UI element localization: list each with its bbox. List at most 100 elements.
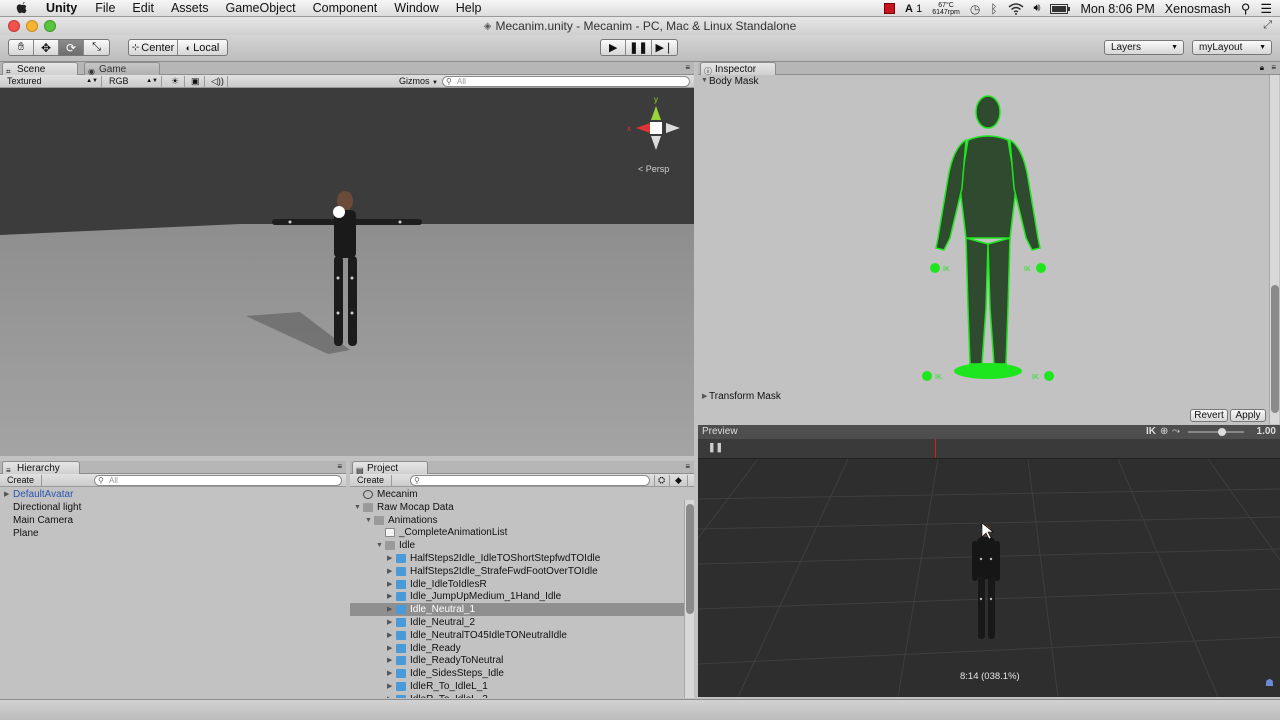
project-item[interactable]: ▼ Idle (350, 539, 684, 552)
menu-window[interactable]: Window (394, 1, 438, 15)
spotlight-search-icon[interactable]: ⚲ (1241, 1, 1251, 17)
user-menu[interactable]: Xenosmash (1165, 2, 1231, 16)
hierarchy-create-button[interactable]: Create ▼ (4, 475, 42, 496)
inspector-scrollbar[interactable] (1269, 75, 1279, 424)
ik-right-hand[interactable] (1036, 263, 1046, 273)
project-scrollbar-thumb[interactable] (686, 504, 694, 614)
expand-arrow-icon[interactable]: ▶ (4, 488, 9, 501)
tab-project[interactable]: ▤ Project (352, 461, 428, 475)
volume-icon[interactable]: 🔊︎ (1034, 2, 1041, 15)
preview-pivot-toggle[interactable]: ⊕ (1160, 425, 1168, 439)
expand-arrow-icon[interactable]: ▶ (387, 629, 392, 642)
record-icon[interactable] (884, 3, 896, 14)
adobe-updater-icon[interactable]: A 1 (905, 3, 922, 15)
collapse-arrow-icon[interactable]: ▼ (354, 501, 361, 514)
project-item[interactable]: ▶ IdleR_To_IdleL_1 (350, 680, 684, 693)
project-item[interactable]: ▶ HalfSteps2Idle_IdleTOShortStepfwdTOIdle (350, 552, 684, 565)
project-item[interactable]: Mecanim (350, 488, 684, 501)
step-button[interactable]: ▶❘ (652, 40, 677, 55)
wifi-icon[interactable] (1008, 2, 1024, 15)
search-by-type-button[interactable]: ⛭ (654, 475, 670, 486)
expand-arrow-icon[interactable]: ▶ (387, 565, 392, 578)
menu-gameobject[interactable]: GameObject (225, 1, 295, 15)
hand-tool-button[interactable]: ✋︎ (9, 40, 34, 55)
move-tool-button[interactable]: ✥ (34, 40, 59, 55)
expand-arrow-icon[interactable]: ▶ (387, 590, 392, 603)
battery-icon[interactable] (1050, 3, 1071, 14)
mask-root[interactable] (954, 363, 1022, 379)
rotate-tool-button[interactable]: ⟳ (59, 40, 84, 55)
mask-right-leg[interactable] (987, 237, 1011, 365)
expand-arrow-icon[interactable]: ▶ (387, 680, 392, 693)
ik-left-hand[interactable] (930, 263, 940, 273)
scene-search-input[interactable]: ⚲ All (442, 76, 690, 87)
preview-viewport[interactable]: 8:14 (038.1%) ☗ (698, 459, 1280, 697)
ik-left-foot[interactable] (922, 371, 932, 381)
project-item[interactable]: ▼ Animations (350, 514, 684, 527)
lock-icon[interactable]: 🔒︎ (1260, 63, 1264, 73)
search-by-label-button[interactable]: ◆ (672, 475, 688, 486)
close-window-button[interactable] (8, 20, 20, 32)
menu-assets[interactable]: Assets (171, 1, 209, 15)
tab-hierarchy[interactable]: ≡ Hierarchy (2, 461, 80, 475)
mask-left-leg[interactable] (965, 237, 989, 365)
panel-menu-icon[interactable]: ≡ (685, 63, 690, 72)
hierarchy-item-main-camera[interactable]: Main Camera (13, 514, 73, 527)
project-item[interactable]: _CompleteAnimationList (350, 526, 684, 539)
project-item[interactable]: ▼ Raw Mocap Data (350, 501, 684, 514)
expand-arrow-icon[interactable]: ▶ (387, 578, 392, 591)
inspector-scrollbar-thumb[interactable] (1271, 285, 1279, 413)
pivot-local-button[interactable]: ◐ Local (178, 40, 227, 55)
preview-pause-button[interactable]: ❚❚ (708, 442, 723, 453)
hierarchy-item-plane[interactable]: Plane (13, 527, 39, 540)
project-item[interactable]: ▶ Idle_Ready (350, 642, 684, 655)
ik-right-foot[interactable] (1044, 371, 1054, 381)
scene-viewport[interactable]: y x < Persp (0, 88, 694, 456)
hierarchy-item-directional-light[interactable]: Directional light (13, 501, 81, 514)
panel-menu-icon[interactable]: ≡ (1271, 63, 1276, 72)
project-item[interactable]: ▶ Idle_JumpUpMedium_1Hand_Idle (350, 590, 684, 603)
render-mode-dropdown[interactable]: RGB ▲▼ (106, 76, 162, 87)
project-scrollbar[interactable] (684, 500, 694, 698)
preview-speed-slider[interactable] (1188, 428, 1244, 436)
scene-fx-toggle[interactable]: ▣ (188, 76, 205, 87)
project-item[interactable]: ▶ Idle_NeutralTO45IdleTONeutralIdle (350, 629, 684, 642)
panel-menu-icon[interactable]: ≡ (685, 462, 690, 471)
expand-arrow-icon[interactable]: ▶ (387, 642, 392, 655)
preview-speed-slider-knob[interactable] (1218, 428, 1226, 436)
app-menu-unity[interactable]: Unity (46, 1, 77, 15)
revert-button[interactable]: Revert (1190, 409, 1228, 422)
expand-arrow-icon[interactable]: ▶ (387, 616, 392, 629)
notification-center-icon[interactable]: ☰ (1260, 1, 1272, 17)
expand-arrow-icon[interactable]: ▶ (387, 654, 392, 667)
apply-button[interactable]: Apply (1230, 409, 1266, 422)
pivot-center-button[interactable]: ⊹ Center (129, 40, 179, 55)
tab-game[interactable]: ◉ Game (84, 62, 160, 76)
scene-audio-toggle[interactable]: ◁)) (208, 76, 228, 87)
project-item[interactable]: ▶ Idle_Neutral_1 (350, 603, 684, 617)
bluetooth-icon[interactable]: ᛒ (990, 2, 997, 16)
scene-lighting-toggle[interactable]: ☀ (168, 76, 185, 87)
project-item[interactable]: ▶ Idle_IdleToIdlesR (350, 578, 684, 591)
timeline-playhead[interactable] (935, 439, 936, 458)
menu-help[interactable]: Help (456, 1, 482, 15)
expand-arrow-icon[interactable]: ▶ (387, 603, 392, 616)
persp-label[interactable]: < Persp (638, 164, 669, 174)
temperature-monitor[interactable]: 67°C 6147rpm (932, 2, 960, 16)
apple-menu-icon[interactable] (14, 1, 30, 15)
project-item[interactable]: ▶ Idle_SidesSteps_Idle (350, 667, 684, 680)
expand-arrow-icon[interactable]: ▶ (387, 667, 392, 680)
project-item[interactable]: ▶ HalfSteps2Idle_StrafeFwdFootOverTOIdle (350, 565, 684, 578)
transform-mask-foldout[interactable]: ▶ Transform Mask (698, 390, 998, 403)
collapse-arrow-icon[interactable]: ▼ (365, 514, 372, 527)
collapse-arrow-icon[interactable]: ▼ (376, 539, 383, 552)
gizmos-dropdown[interactable]: Gizmos ▼ (396, 76, 438, 87)
scale-tool-button[interactable]: ⤡ (84, 40, 109, 55)
menu-file[interactable]: File (95, 1, 115, 15)
clock-readout[interactable]: Mon 8:06 PM (1080, 2, 1154, 16)
play-button[interactable]: ▶ (601, 40, 627, 55)
mask-torso[interactable] (959, 135, 1017, 239)
menu-component[interactable]: Component (313, 1, 378, 15)
tab-inspector[interactable]: ⓘ Inspector (700, 62, 776, 76)
panel-menu-icon[interactable]: ≡ (337, 462, 342, 471)
